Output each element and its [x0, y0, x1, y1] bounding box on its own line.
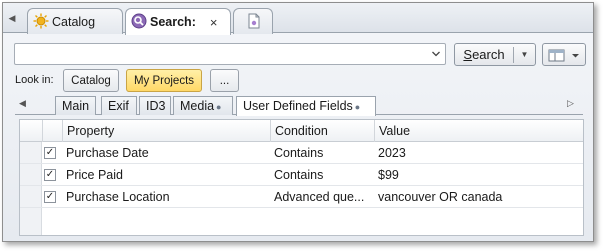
- table-row[interactable]: ✓ Purchase Date Contains 2023: [20, 142, 583, 164]
- sub-tab-scroll-left-icon[interactable]: ◀: [19, 98, 26, 109]
- row-checkbox[interactable]: ✓: [44, 169, 56, 181]
- tab-main[interactable]: Main: [55, 96, 96, 115]
- row-gutter: [20, 186, 42, 207]
- tab-user-defined-fields[interactable]: User Defined Fields ●: [236, 96, 376, 116]
- tab-user-defined-fields-label: User Defined Fields: [243, 99, 353, 113]
- grid-header: Property Condition Value: [20, 120, 583, 142]
- tab-exif[interactable]: Exif: [101, 96, 137, 115]
- look-in-label: Look in:: [15, 74, 54, 86]
- search-dropdown-icon[interactable]: ▼: [514, 50, 535, 59]
- tab-catalog[interactable]: Catalog: [27, 8, 123, 34]
- table-row[interactable]: ✓ Purchase Location Advanced que... vanc…: [20, 186, 583, 208]
- search-button[interactable]: Search ▼: [454, 43, 536, 66]
- layout-button[interactable]: [542, 43, 586, 66]
- cell-condition[interactable]: Contains: [270, 142, 374, 164]
- cell-condition[interactable]: Advanced que...: [270, 186, 374, 208]
- row-checkbox[interactable]: ✓: [44, 191, 56, 203]
- tab-media[interactable]: Media ●: [173, 96, 233, 115]
- cell-property[interactable]: Purchase Location: [62, 186, 270, 208]
- table-row[interactable]: ✓ Price Paid Contains $99: [20, 164, 583, 186]
- look-in-my-projects-button[interactable]: My Projects: [126, 69, 202, 92]
- sun-catalog-icon: [33, 13, 49, 29]
- criteria-grid: Property Condition Value ✓ Purchase Date…: [19, 119, 584, 236]
- layout-icon: [548, 49, 579, 62]
- tab-search[interactable]: Search: ×: [125, 8, 231, 35]
- search-orb-icon: [131, 13, 147, 29]
- cell-condition[interactable]: Contains: [270, 164, 374, 186]
- row-gutter: [20, 142, 42, 163]
- cell-value[interactable]: 2023: [374, 142, 583, 164]
- new-document-icon: [248, 13, 260, 29]
- chevron-down-icon[interactable]: [431, 49, 441, 59]
- tab-media-label: Media: [180, 99, 215, 113]
- field-tab-strip: ◀ Main Exif ID3 Media ● User Defined Fiel…: [15, 95, 583, 116]
- cell-value[interactable]: $99: [374, 164, 583, 186]
- tab-main-label: Main: [62, 99, 90, 113]
- cell-property[interactable]: Price Paid: [62, 164, 270, 186]
- cell-value[interactable]: vancouver OR canada: [374, 186, 583, 208]
- cell-property[interactable]: Purchase Date: [62, 142, 270, 164]
- modified-dot-icon: ●: [354, 102, 361, 112]
- header-condition[interactable]: Condition: [270, 120, 374, 142]
- tab-scroll-left-icon[interactable]: ◀: [7, 11, 17, 25]
- tab-catalog-label: Catalog: [52, 14, 96, 29]
- tab-id3[interactable]: ID3: [139, 96, 171, 115]
- tab-search-label: Search:: [150, 15, 196, 29]
- row-checkbox[interactable]: ✓: [44, 147, 56, 159]
- look-in-browse-button[interactable]: ...: [210, 69, 239, 92]
- document-tab-strip: ◀ Catalog Search: ×: [3, 3, 593, 35]
- look-in-catalog-button[interactable]: Catalog: [63, 69, 119, 92]
- sub-tab-scroll-right-icon[interactable]: ▷: [567, 98, 574, 109]
- tab-exif-label: Exif: [108, 99, 129, 113]
- search-panel: ◀ Catalog Search: × Search ▼ Look in: Ca…: [2, 2, 594, 242]
- row-gutter: [20, 164, 42, 185]
- header-value[interactable]: Value: [374, 120, 583, 142]
- header-check-column: [42, 120, 62, 142]
- close-icon[interactable]: ×: [210, 15, 218, 30]
- tab-id3-label: ID3: [146, 99, 166, 113]
- modified-dot-icon: ●: [216, 102, 222, 112]
- search-button-label: Search: [463, 47, 505, 62]
- empty-row-gutter: [20, 208, 42, 235]
- tab-new-document[interactable]: [233, 8, 273, 34]
- header-property[interactable]: Property: [62, 120, 270, 142]
- search-input[interactable]: [14, 43, 446, 65]
